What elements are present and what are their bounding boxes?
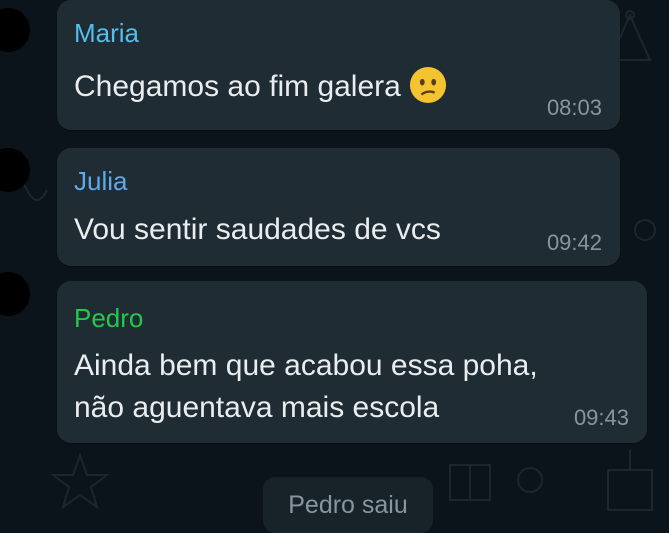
message-time: 08:03 xyxy=(546,95,602,120)
gift-doodle-icon xyxy=(449,464,543,501)
message-bubble[interactable]: Pedro Ainda bem que acabou essa poha, nã… xyxy=(57,281,647,443)
sender-name[interactable]: Maria xyxy=(74,18,139,49)
star-doodle-icon xyxy=(50,451,110,510)
message-text-line: Chegamos ao fim galera xyxy=(74,70,401,103)
confused-face-icon xyxy=(409,66,446,104)
message-text: Chegamos ao fim galera xyxy=(74,66,447,108)
message-text: Vou sentir saudades de vcs xyxy=(74,213,441,246)
message-bubble[interactable]: Maria Chegamos ao fim galera 08:03 xyxy=(57,0,620,130)
sender-name[interactable]: Julia xyxy=(74,166,127,197)
circle-doodle-icon xyxy=(634,219,656,241)
sender-name[interactable]: Pedro xyxy=(74,303,143,334)
message-text-line: não aguentava mais escola xyxy=(74,391,440,424)
cake-icon xyxy=(607,450,653,511)
message-time: 09:43 xyxy=(573,405,629,430)
message-time: 09:42 xyxy=(546,230,602,255)
message-bubble[interactable]: Julia Vou sentir saudades de vcs 09:42 xyxy=(57,148,620,266)
message-text-line: Ainda bem que acabou essa poha, xyxy=(74,349,538,382)
system-message: Pedro saiu xyxy=(263,477,433,533)
